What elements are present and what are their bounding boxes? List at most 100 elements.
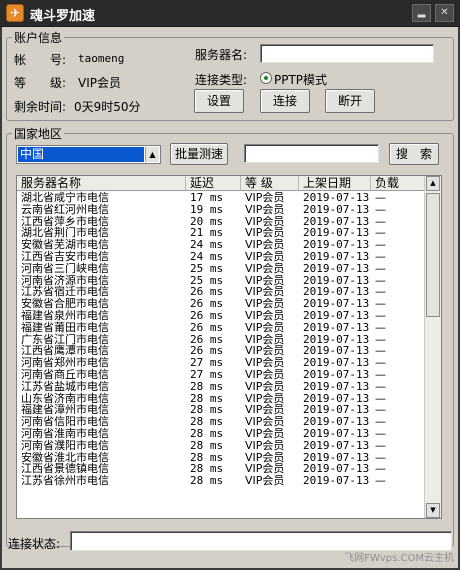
region-legend: 国家地区 bbox=[12, 125, 65, 142]
cell-latency: 27 ms bbox=[190, 367, 224, 381]
country-select[interactable]: 中国 ▲ bbox=[16, 145, 161, 164]
chevron-down-icon[interactable]: ▲ bbox=[145, 147, 159, 162]
table-row[interactable]: 河南省三门峡电信 25 ms VIP会员 2019-07-13 — bbox=[17, 261, 424, 275]
cell-load: — bbox=[375, 426, 386, 440]
cell-date: 2019-07-13 bbox=[303, 202, 370, 216]
account-info-legend: 账户信息 bbox=[12, 29, 65, 46]
cell-date: 2019-07-13 bbox=[303, 249, 370, 263]
level-label: 等 级: bbox=[14, 76, 67, 90]
cell-server-name: 河南省三门峡电信 bbox=[21, 261, 109, 275]
cell-date: 2019-07-13 bbox=[303, 261, 370, 275]
cell-server-name: 江苏省徐州市电信 bbox=[21, 474, 109, 488]
cell-date: 2019-07-13 bbox=[303, 308, 370, 322]
cell-latency: 24 ms bbox=[190, 249, 224, 263]
cell-latency: 25 ms bbox=[190, 261, 224, 275]
scroll-thumb[interactable] bbox=[426, 193, 440, 317]
title-bar[interactable]: ✈ 魂斗罗加速 ▂ ✕ bbox=[0, 0, 460, 27]
table-row[interactable]: 福建省泉州市电信 26 ms VIP会员 2019-07-13 — bbox=[17, 310, 424, 322]
server-list-rows: 湖北省咸宁市电信 17 ms VIP会员 2019-07-13— 云南省红河州电信 19 … bbox=[17, 192, 424, 518]
account-value: taomeng bbox=[78, 52, 125, 65]
table-row[interactable]: 江苏省徐州市电信 28 ms VIP会员 2019-07-13 — bbox=[17, 475, 424, 487]
column-date[interactable]: 上架日期 bbox=[299, 176, 371, 191]
column-load[interactable]: 负载 bbox=[371, 176, 426, 191]
cell-latency: 28 ms bbox=[190, 438, 224, 452]
minimize-button[interactable]: ▂ bbox=[412, 4, 431, 22]
cell-level: VIP会员 bbox=[245, 249, 285, 263]
cell-load: — bbox=[375, 438, 386, 452]
connection-type-label: 连接类型: bbox=[195, 73, 248, 87]
table-row[interactable]: 江西省吉安市电信 24 ms VIP会员 2019-07-13 — bbox=[17, 251, 424, 263]
cell-level: VIP会员 bbox=[245, 202, 285, 216]
table-row[interactable]: 云南省红河州电信 19 ms VIP会员 2019-07-13 — bbox=[17, 202, 424, 216]
cell-load: — bbox=[375, 379, 386, 393]
table-row[interactable]: 福建省莆田市电信 26 ms VIP会员 2019-07-13 — bbox=[17, 320, 424, 334]
disconnect-button[interactable]: 断开 bbox=[325, 89, 375, 113]
window-title: 魂斗罗加速 bbox=[30, 9, 96, 24]
cell-level: VIP会员 bbox=[245, 426, 285, 440]
connect-button[interactable]: 连接 bbox=[260, 89, 310, 113]
cell-latency: 26 ms bbox=[190, 320, 224, 334]
search-button[interactable]: 搜 索 bbox=[389, 143, 439, 165]
cell-load: — bbox=[375, 249, 386, 263]
server-list[interactable]: 服务器名称 延迟 等 级 上架日期 负载 湖北省咸宁市电信 17 ms VIP会员 2… bbox=[16, 175, 442, 519]
table-row[interactable]: 河南省淮南市电信 28 ms VIP会员 2019-07-13 — bbox=[17, 428, 424, 440]
cell-level: VIP会员 bbox=[245, 474, 285, 488]
cell-date: 2019-07-13 bbox=[303, 438, 370, 452]
cell-date: 2019-07-13 bbox=[303, 379, 370, 393]
column-server-name[interactable]: 服务器名称 bbox=[17, 176, 186, 191]
scroll-up-icon[interactable]: ▲ bbox=[426, 176, 440, 191]
table-row[interactable]: 河南省濮阳市电信 28 ms VIP会员 2019-07-13 — bbox=[17, 438, 424, 452]
country-select-value: 中国 bbox=[18, 147, 144, 162]
search-input[interactable] bbox=[244, 144, 379, 163]
cell-date: 2019-07-13 bbox=[303, 426, 370, 440]
watermark: 飞网FWvps.COM云主机 bbox=[344, 553, 454, 564]
cell-server-name: 江西省吉安市电信 bbox=[21, 249, 109, 263]
column-level[interactable]: 等 级 bbox=[241, 176, 299, 191]
settings-button[interactable]: 设置 bbox=[194, 89, 244, 113]
cell-load: — bbox=[375, 308, 386, 322]
scroll-down-icon[interactable]: ▼ bbox=[426, 503, 440, 518]
cell-server-name: 福建省泉州市电信 bbox=[21, 308, 109, 322]
cell-load: — bbox=[375, 202, 386, 216]
cell-server-name: 河南省淮南市电信 bbox=[21, 426, 109, 440]
cell-load: — bbox=[375, 474, 386, 488]
cell-load: — bbox=[375, 261, 386, 275]
batch-speed-test-button[interactable]: 批量测速 bbox=[170, 143, 228, 165]
cell-level: VIP会员 bbox=[245, 308, 285, 322]
server-name-label: 服务器名: bbox=[195, 48, 248, 62]
table-row[interactable]: 江苏省盐城市电信 28 ms VIP会员 2019-07-13 — bbox=[17, 379, 424, 393]
cell-level: VIP会员 bbox=[245, 438, 285, 452]
cell-server-name: 福建省莆田市电信 bbox=[21, 320, 109, 334]
account-label: 帐 号: bbox=[14, 53, 67, 67]
app-window: ✈ 魂斗罗加速 ▂ ✕ 账户信息 帐 号: taomeng 等 级: VIP会员… bbox=[0, 0, 460, 570]
cell-server-name: 河南省商丘市电信 bbox=[21, 367, 109, 381]
pptp-radio[interactable] bbox=[260, 72, 272, 84]
cell-latency: 19 ms bbox=[190, 202, 224, 216]
cell-load: — bbox=[375, 320, 386, 334]
cell-server-name: 河南省濮阳市电信 bbox=[21, 438, 109, 452]
cell-level: VIP会员 bbox=[245, 367, 285, 381]
cell-latency: 28 ms bbox=[190, 426, 224, 440]
app-logo-icon: ✈ bbox=[6, 4, 24, 22]
server-list-header: 服务器名称 延迟 等 级 上架日期 负载 bbox=[17, 176, 441, 191]
close-button[interactable]: ✕ bbox=[435, 4, 454, 22]
server-name-field[interactable] bbox=[260, 44, 434, 63]
cell-latency: 26 ms bbox=[190, 308, 224, 322]
connection-status-field bbox=[70, 531, 452, 551]
main-panel: 账户信息 帐 号: taomeng 等 级: VIP会员 剩余时间: 0天9时5… bbox=[2, 27, 458, 568]
cell-date: 2019-07-13 bbox=[303, 367, 370, 381]
column-latency[interactable]: 延迟 bbox=[186, 176, 241, 191]
cell-load: — bbox=[375, 367, 386, 381]
cell-server-name: 江苏省盐城市电信 bbox=[21, 379, 109, 393]
remaining-time-value: 0天9时50分 bbox=[74, 100, 141, 114]
cell-latency: 28 ms bbox=[190, 379, 224, 393]
table-row[interactable]: 河南省商丘市电信 27 ms VIP会员 2019-07-13 — bbox=[17, 369, 424, 381]
cell-server-name: 云南省红河州电信 bbox=[21, 202, 109, 216]
connection-status-label: 连接状态: bbox=[8, 537, 61, 551]
cell-date: 2019-07-13 bbox=[303, 474, 370, 488]
level-value: VIP会员 bbox=[78, 76, 121, 90]
remaining-time-label: 剩余时间: bbox=[14, 100, 67, 114]
pptp-radio-label: PPTP模式 bbox=[274, 73, 328, 87]
scrollbar[interactable]: ▲ ▼ bbox=[424, 176, 441, 518]
cell-level: VIP会员 bbox=[245, 320, 285, 334]
